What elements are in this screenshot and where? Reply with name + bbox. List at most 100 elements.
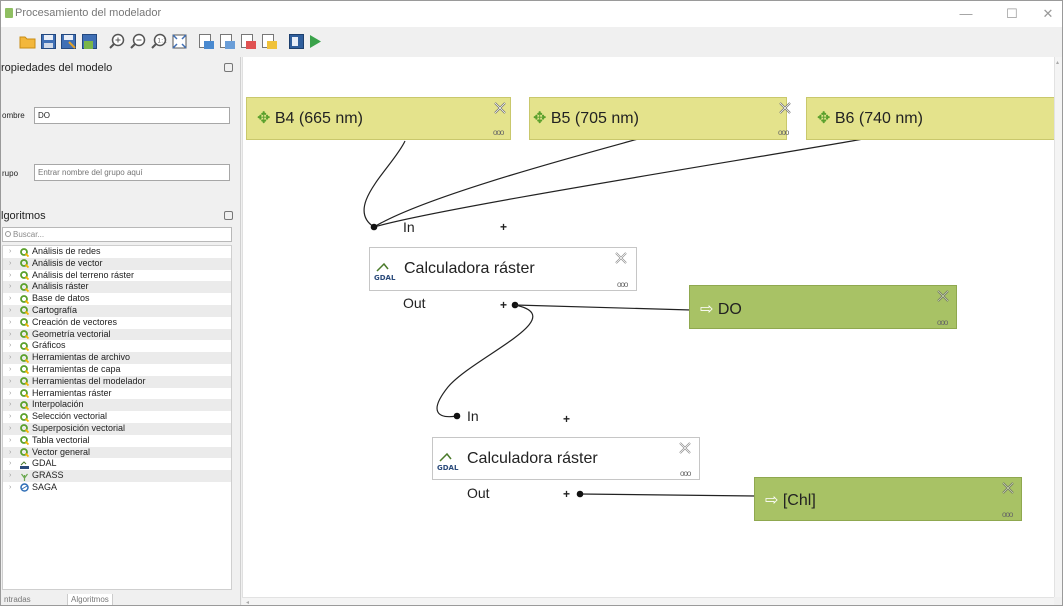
tree-item[interactable]: › SAGA — [3, 482, 231, 494]
more-options-icon[interactable]: ooo — [680, 470, 691, 478]
model-group-input[interactable] — [34, 164, 230, 181]
expand-caret-icon[interactable]: › — [9, 258, 11, 270]
zoom-full-icon[interactable] — [171, 33, 188, 50]
tree-item[interactable]: › Análisis ráster — [3, 281, 231, 294]
float-panel-icon[interactable] — [224, 211, 233, 220]
zoom-in-icon[interactable] — [108, 33, 125, 50]
algorithms-title: lgoritmos — [1, 210, 46, 222]
close-button[interactable]: ✕ — [1033, 4, 1062, 24]
tree-item[interactable]: › Superposición vectorial — [3, 422, 231, 435]
tree-item[interactable]: › Base de datos — [3, 293, 231, 305]
alg2-in-plus[interactable]: + — [563, 412, 570, 426]
remove-icon[interactable] — [493, 101, 507, 115]
expand-caret-icon[interactable]: › — [9, 458, 11, 470]
tree-item[interactable]: › GDAL — [3, 458, 231, 470]
open-icon[interactable] — [19, 33, 36, 50]
more-options-icon[interactable]: ooo — [778, 129, 789, 137]
remove-icon[interactable] — [1001, 481, 1015, 495]
tree-item[interactable]: › Creación de vectores — [3, 317, 231, 329]
input-node-b5[interactable]: ✥ B5 (705 nm) ooo — [529, 97, 791, 140]
save-as-icon[interactable] — [60, 33, 77, 50]
expand-caret-icon[interactable]: › — [9, 376, 11, 388]
zoom-out-icon[interactable] — [129, 33, 146, 50]
tree-item[interactable]: › Gráficos — [3, 340, 231, 352]
tree-item[interactable]: › Herramientas de archivo — [3, 352, 231, 364]
save-to-project-icon[interactable] — [81, 33, 98, 50]
export-image-icon[interactable] — [198, 33, 215, 50]
tree-item[interactable]: › Herramientas del modelador — [3, 375, 231, 388]
tab-inputs[interactable]: ntradas — [1, 594, 34, 605]
tree-item[interactable]: › Análisis de redes — [3, 246, 231, 258]
input-node-b6[interactable]: ✥ B6 (740 nm) — [806, 97, 1054, 140]
remove-icon[interactable] — [936, 289, 950, 303]
expand-caret-icon[interactable]: › — [9, 329, 11, 341]
tree-item[interactable]: › GRASS — [3, 470, 231, 482]
tree-item[interactable]: › Herramientas ráster — [3, 388, 231, 400]
qgis-icon — [20, 436, 29, 446]
export-svg-icon[interactable] — [240, 33, 257, 50]
algorithm-node-raster-calc-2[interactable]: GDAL Calculadora ráster ooo — [432, 437, 700, 480]
save-icon[interactable] — [40, 33, 57, 50]
scroll-left-icon[interactable]: ◂ — [246, 599, 249, 605]
maximize-button[interactable]: ☐ — [997, 4, 1027, 24]
horizontal-scrollbar[interactable]: ◂ — [242, 597, 1054, 605]
remove-icon[interactable] — [778, 101, 792, 115]
window-title: Procesamiento del modelador — [15, 7, 162, 19]
expand-caret-icon[interactable]: › — [9, 246, 11, 258]
tab-algorithms[interactable]: Algoritmos — [67, 594, 113, 605]
more-options-icon[interactable]: ooo — [617, 281, 628, 289]
expand-caret-icon[interactable]: › — [9, 293, 11, 305]
expand-caret-icon[interactable]: › — [9, 470, 11, 482]
model-canvas[interactable]: ✥ B4 (665 nm) ooo ✥ B5 (705 nm) ooo ✥ B6… — [242, 57, 1054, 597]
more-options-icon[interactable]: ooo — [493, 129, 504, 137]
tree-item[interactable]: › Geometría vectorial — [3, 328, 231, 341]
alg1-out-plus[interactable]: + — [500, 298, 507, 312]
expand-caret-icon[interactable]: › — [9, 340, 11, 352]
float-panel-icon[interactable] — [224, 63, 233, 72]
model-properties-icon[interactable] — [288, 33, 305, 50]
expand-caret-icon[interactable]: › — [9, 317, 11, 329]
algorithm-search-input[interactable]: Buscar... — [2, 227, 232, 242]
remove-icon[interactable] — [614, 251, 628, 265]
tree-item[interactable]: › Vector general — [3, 446, 231, 459]
alg1-in-plus[interactable]: + — [500, 220, 507, 234]
algorithm-node-raster-calc-1[interactable]: GDAL Calculadora ráster ooo — [369, 247, 637, 291]
expand-caret-icon[interactable]: › — [9, 423, 11, 435]
output-node-do[interactable]: ⇨ DO ooo — [689, 285, 957, 329]
output-node-chl[interactable]: ⇨ [Chl] ooo — [754, 477, 1022, 521]
remove-icon[interactable] — [678, 441, 692, 455]
tree-item[interactable]: › Interpolación — [3, 399, 231, 412]
expand-caret-icon[interactable]: › — [9, 388, 11, 400]
expand-caret-icon[interactable]: › — [9, 447, 11, 459]
expand-caret-icon[interactable]: › — [9, 482, 11, 494]
output-node-label: ⇨ DO — [700, 299, 742, 319]
expand-caret-icon[interactable]: › — [9, 352, 11, 364]
tree-item[interactable]: › Herramientas de capa — [3, 364, 231, 376]
expand-caret-icon[interactable]: › — [9, 399, 11, 411]
expand-caret-icon[interactable]: › — [9, 364, 11, 376]
more-options-icon[interactable]: ooo — [1002, 511, 1013, 519]
expand-caret-icon[interactable]: › — [9, 435, 11, 447]
export-python-icon[interactable] — [261, 33, 278, 50]
model-properties-header: ropiedades del modelo — [1, 62, 239, 78]
tree-item[interactable]: › Cartografía — [3, 304, 231, 317]
model-name-input[interactable] — [34, 107, 230, 124]
expand-caret-icon[interactable]: › — [9, 270, 11, 282]
expand-caret-icon[interactable]: › — [9, 411, 11, 423]
more-options-icon[interactable]: ooo — [937, 319, 948, 327]
tree-item[interactable]: › Análisis de vector — [3, 257, 231, 270]
vertical-scrollbar[interactable]: ▴ — [1054, 57, 1062, 597]
scroll-up-icon[interactable]: ▴ — [1056, 59, 1059, 66]
expand-caret-icon[interactable]: › — [9, 305, 11, 317]
tree-item[interactable]: › Tabla vectorial — [3, 435, 231, 447]
expand-caret-icon[interactable]: › — [9, 281, 11, 293]
alg2-out-plus[interactable]: + — [563, 487, 570, 501]
gdal-icon: GDAL — [374, 260, 396, 282]
minimize-button[interactable]: — — [951, 4, 981, 24]
run-model-icon[interactable] — [307, 33, 324, 50]
tree-item[interactable]: › Selección vectorial — [3, 411, 231, 423]
input-node-b4[interactable]: ✥ B4 (665 nm) ooo — [246, 97, 511, 140]
tree-item[interactable]: › Análisis del terreno ráster — [3, 270, 231, 282]
export-pdf-icon[interactable] — [219, 33, 236, 50]
zoom-actual-icon[interactable]: 1:1 — [150, 33, 167, 50]
